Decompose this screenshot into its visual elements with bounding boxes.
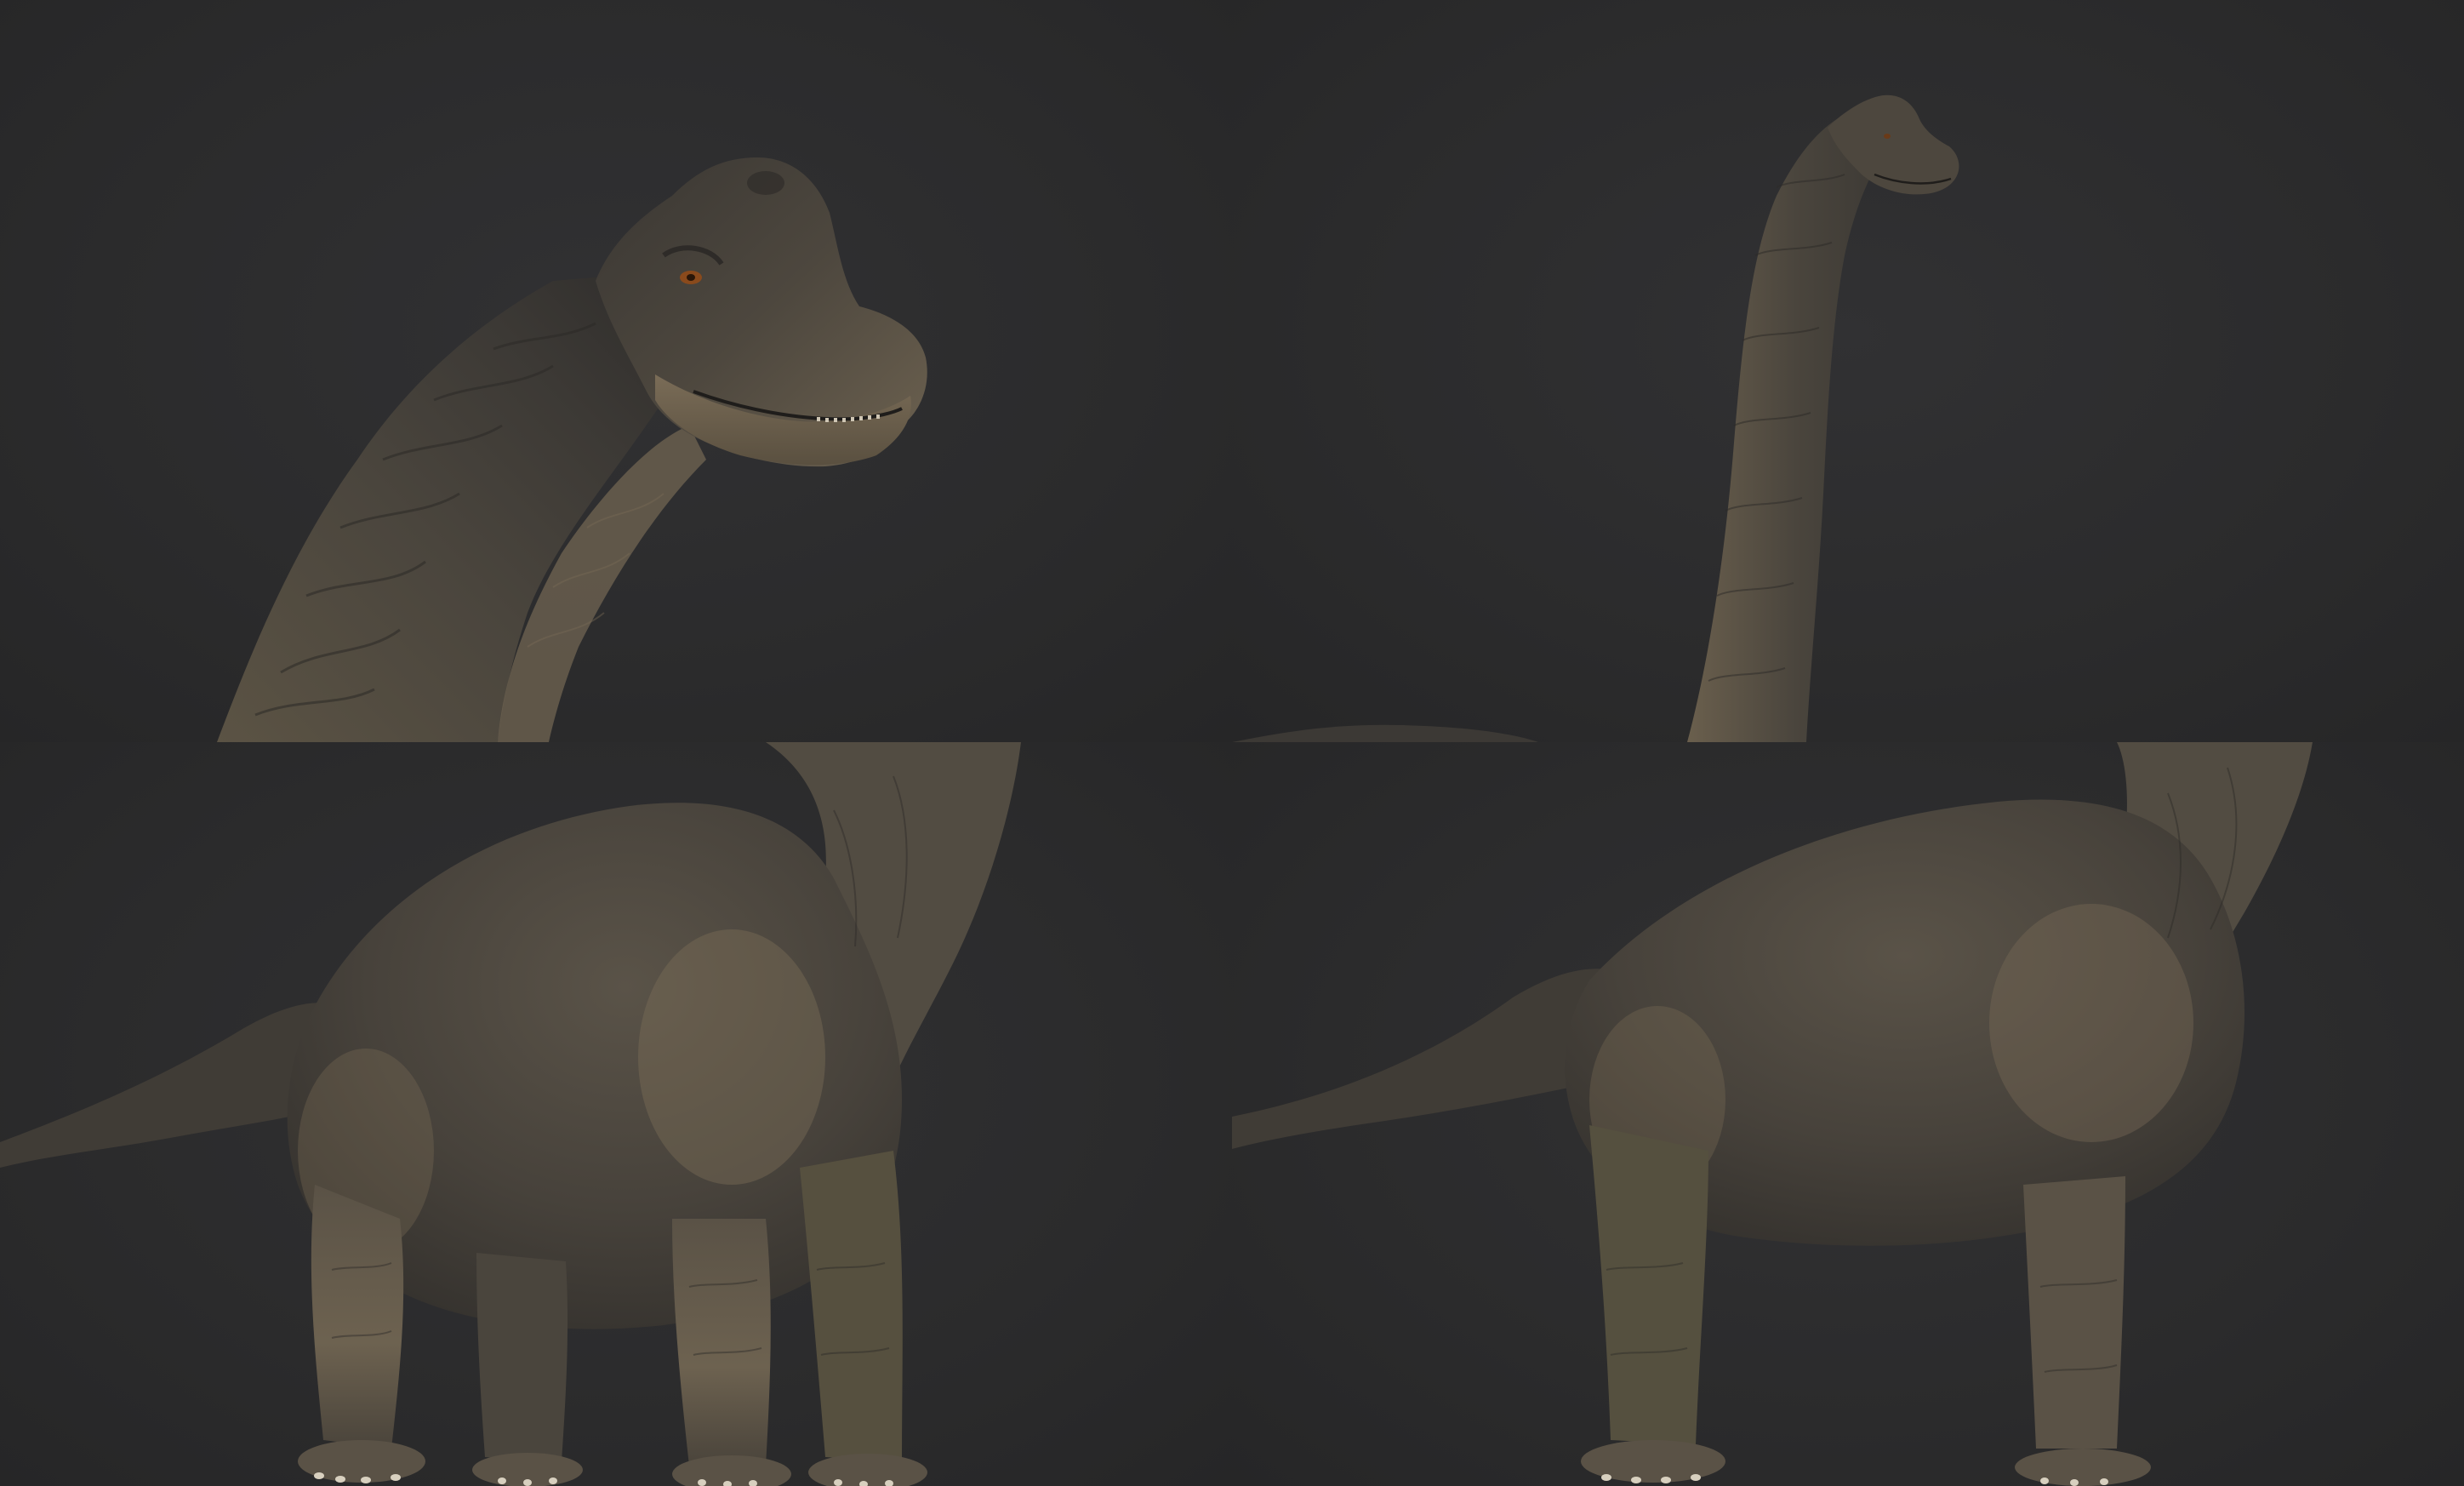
dino-neck xyxy=(1687,106,1904,742)
panel-body-side xyxy=(1232,742,2464,1486)
dino-leg-back xyxy=(1589,1125,1708,1444)
panel-body-front xyxy=(0,742,1232,1486)
body-side-render xyxy=(1232,742,2313,1486)
panel-neck-full xyxy=(1232,0,2464,742)
dino-leg-back-left xyxy=(311,1185,404,1449)
body-front-render xyxy=(0,742,1021,1486)
render-sheet xyxy=(0,0,2464,1486)
neck-full-render xyxy=(1232,94,1959,742)
dino-leg-front xyxy=(2023,1176,2125,1449)
head-closeup-render xyxy=(217,157,927,742)
panel-head-closeup xyxy=(0,0,1232,742)
dino-leg-front-right xyxy=(800,1151,903,1461)
dino-leg-front-left xyxy=(672,1219,771,1466)
dino-leg-back-right xyxy=(476,1253,568,1461)
